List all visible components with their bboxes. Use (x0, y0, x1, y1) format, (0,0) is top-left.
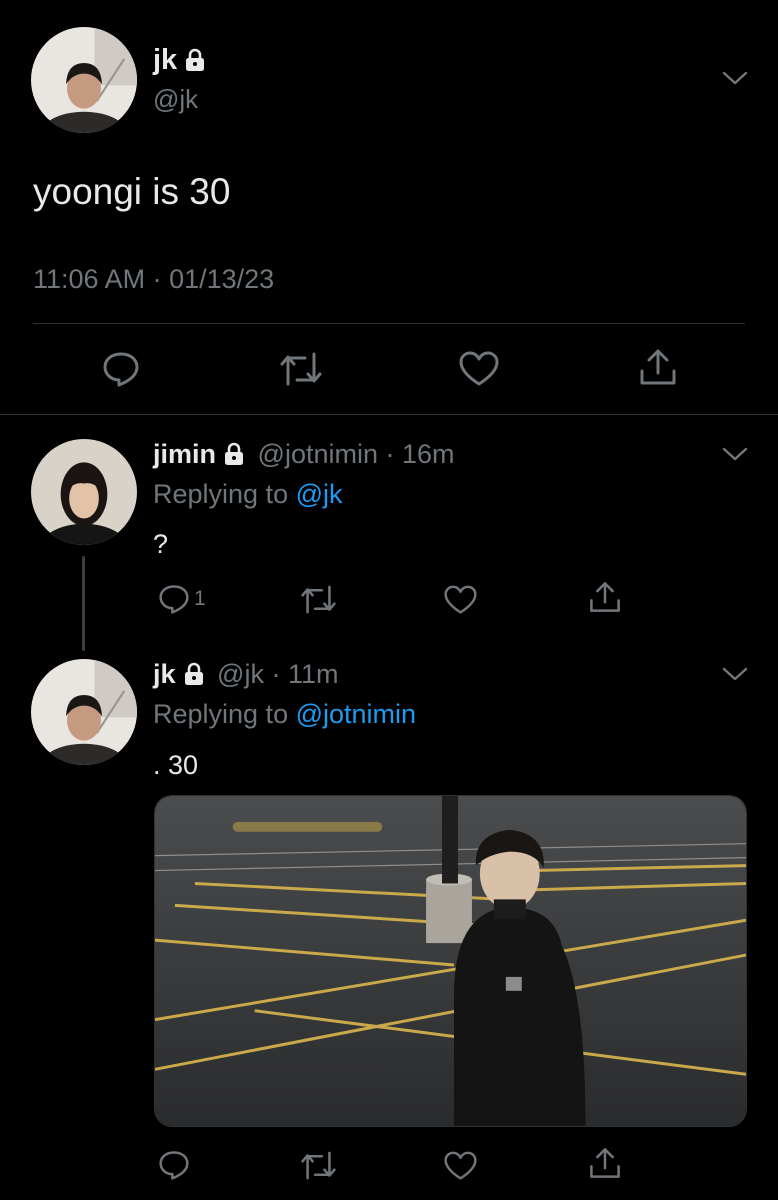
tweet-timestamp[interactable]: 11:06 AM · 01/13/23 (33, 264, 274, 295)
author-handle[interactable]: @jk (153, 84, 198, 115)
reply-icon (159, 585, 189, 614)
like-icon (444, 585, 477, 614)
author-name[interactable]: jk (153, 659, 176, 689)
mention-link[interactable]: @jotnimin (296, 699, 416, 729)
avatar[interactable] (31, 439, 137, 545)
reply-button[interactable] (102, 351, 140, 387)
time-ago[interactable]: · 16m (386, 439, 455, 469)
divider (33, 323, 745, 324)
like-button[interactable] (444, 585, 477, 615)
lock-icon (182, 662, 206, 686)
reply-text: . 30 (153, 750, 199, 780)
author-handle[interactable]: @jk (217, 659, 264, 689)
tweet-text: yoongi is 30 (33, 171, 231, 212)
reply-button[interactable]: 1 (158, 584, 206, 614)
like-icon (444, 1151, 477, 1180)
divider (0, 414, 778, 415)
chevron-down-icon[interactable] (722, 666, 748, 682)
lock-icon (183, 48, 207, 72)
avatar[interactable] (31, 27, 137, 133)
like-button[interactable] (444, 1151, 477, 1181)
share-button[interactable] (588, 1146, 622, 1180)
chevron-down-icon[interactable] (722, 70, 748, 86)
author-name[interactable]: jk (153, 44, 207, 77)
mention-link[interactable]: @jk (296, 479, 343, 509)
reply-header: jimin @jotnimin · 16m (153, 439, 455, 470)
author-handle[interactable]: @jotnimin (258, 439, 378, 469)
share-icon (640, 349, 676, 385)
share-button[interactable] (588, 580, 622, 614)
reply-header: jk @jk · 11m (153, 659, 339, 690)
reply-count: 1 (194, 587, 206, 610)
lock-icon (222, 442, 246, 466)
retweet-button[interactable] (300, 1151, 337, 1180)
retweet-icon (301, 585, 336, 614)
retweet-button[interactable] (279, 352, 323, 386)
share-button[interactable] (638, 347, 678, 387)
retweet-icon (301, 1151, 336, 1180)
share-icon (590, 1148, 620, 1178)
retweet-button[interactable] (300, 585, 337, 614)
thread-line (82, 556, 85, 651)
replying-to: Replying to @jk (153, 479, 343, 509)
retweet-icon (280, 352, 322, 386)
avatar[interactable] (31, 659, 137, 765)
replying-to: Replying to @jotnimin (153, 699, 417, 729)
reply-icon (159, 1151, 189, 1180)
like-icon (459, 351, 499, 386)
reply-text: ? (153, 529, 169, 559)
like-button[interactable] (459, 351, 499, 387)
time-ago[interactable]: · 11m (271, 659, 338, 689)
tweet-media-image[interactable] (154, 795, 747, 1127)
author-name[interactable]: jimin (153, 439, 216, 469)
chevron-down-icon[interactable] (722, 446, 748, 462)
reply-button[interactable] (158, 1150, 190, 1180)
reply-icon (103, 352, 139, 387)
share-icon (590, 582, 620, 612)
